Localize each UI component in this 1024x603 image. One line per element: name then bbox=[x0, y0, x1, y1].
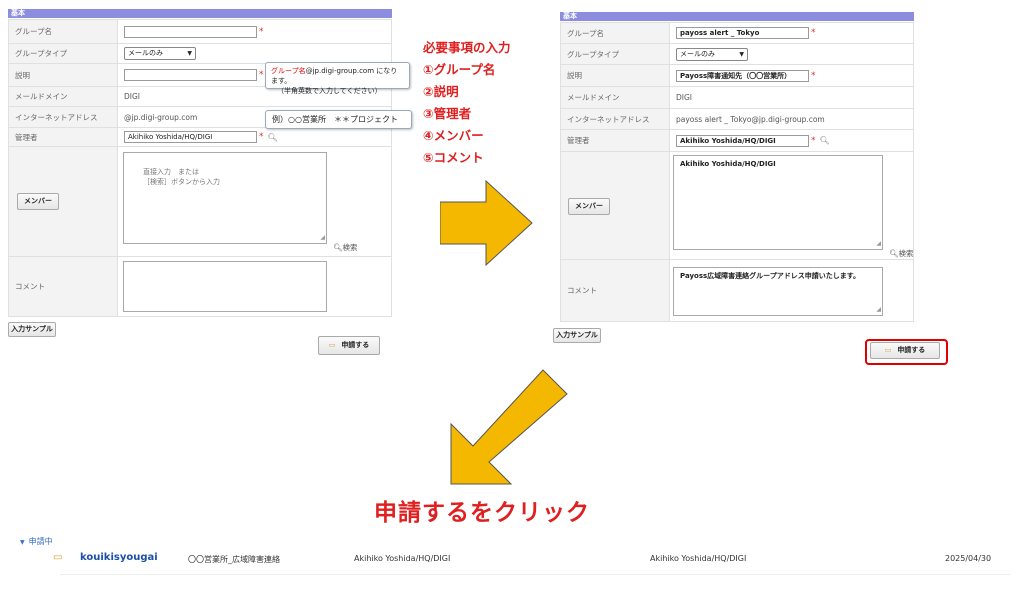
apply-label: 申請する bbox=[897, 346, 926, 354]
row-group-name[interactable]: kouikisyougai bbox=[80, 552, 158, 563]
label-comment: コメント bbox=[560, 259, 670, 322]
group-name-input[interactable] bbox=[124, 25, 257, 38]
members-button[interactable]: メンバー bbox=[568, 198, 610, 215]
group-type-value: メールのみ bbox=[128, 49, 163, 57]
section-header-after: 基本 bbox=[560, 12, 914, 21]
required-icon: * bbox=[259, 26, 264, 37]
caret-down-icon: ▼ bbox=[20, 539, 25, 546]
steps-list: 必要事項の入力 ①グループ名 ②説明 ③管理者 ④メンバー ⑤コメント bbox=[423, 37, 511, 169]
label-mail-domain: メールドメイン bbox=[560, 86, 670, 109]
step-1: ①グループ名 bbox=[423, 62, 496, 77]
resize-handle-icon[interactable]: ◢ bbox=[876, 305, 881, 315]
required-icon: * bbox=[811, 135, 816, 146]
label-group-type: グループタイプ bbox=[560, 43, 670, 65]
row-description: 〇〇営業所_広域障害連絡 bbox=[188, 555, 280, 564]
comment-value: Payoss広域障害連絡グループアドレス申請いたします。 bbox=[680, 272, 861, 280]
required-icon: * bbox=[811, 70, 816, 81]
description-input[interactable] bbox=[124, 69, 257, 81]
apply-label: 申請する bbox=[341, 341, 370, 349]
manager-input[interactable]: Akihiko Yoshida/HQ/DIGI bbox=[676, 134, 809, 147]
row-applicant: Akihiko Yoshida/HQ/DIGI bbox=[354, 554, 451, 563]
comment-textarea[interactable] bbox=[123, 261, 327, 312]
input-sample-button[interactable]: 入力サンプル bbox=[553, 328, 601, 343]
search-icon[interactable]: 🔍︎ bbox=[820, 136, 830, 145]
row-manager: Akihiko Yoshida/HQ/DIGI bbox=[650, 554, 747, 563]
group-name-tooltip: グループ名@jp.digi-group.com になります。 （半角英数で入力し… bbox=[265, 62, 410, 95]
search-label: 検索 bbox=[342, 243, 358, 252]
required-icon: * bbox=[259, 132, 264, 142]
resize-handle-icon[interactable]: ◢ bbox=[320, 233, 325, 243]
label-group-name: グループ名 bbox=[8, 19, 118, 44]
row-divider bbox=[60, 574, 1010, 575]
members-placeholder-line1: 直接入力 または bbox=[143, 168, 199, 176]
document-icon: ▭ bbox=[884, 346, 892, 354]
search-link[interactable]: 🔍︎検索 bbox=[889, 248, 914, 259]
label-manager: 管理者 bbox=[560, 129, 670, 152]
search-icon: 🔍︎ bbox=[889, 249, 899, 258]
search-label: 検索 bbox=[898, 249, 914, 258]
members-textarea[interactable]: 直接入力 または ［検索］ボタンから入力 ◢ bbox=[123, 152, 327, 244]
members-textarea[interactable]: Akihiko Yoshida/HQ/DIGI ◢ bbox=[673, 155, 883, 250]
group-type-select[interactable]: メールのみ ▼ bbox=[676, 47, 748, 61]
group-type-select[interactable]: メールのみ ▼ bbox=[124, 47, 196, 60]
resize-handle-icon[interactable]: ◢ bbox=[876, 239, 881, 249]
description-tooltip: 例）○○営業所 ＊＊プロジェクト bbox=[265, 110, 412, 129]
members-button[interactable]: メンバー bbox=[17, 193, 59, 210]
label-mail-domain: メールドメイン bbox=[8, 86, 118, 107]
row-mail-icon: ▭ bbox=[53, 552, 63, 563]
step-5: ⑤コメント bbox=[423, 150, 484, 165]
label-description: 説明 bbox=[8, 63, 118, 87]
internet-address-value: payoss alert _ Tokyo@jp.digi-group.com bbox=[669, 108, 914, 130]
label-internet-address: インターネットアドレス bbox=[560, 108, 670, 130]
search-icon[interactable]: 🔍︎ bbox=[268, 133, 278, 142]
group-name-input[interactable]: payoss alert _ Tokyo bbox=[676, 27, 809, 39]
pending-section-toggle[interactable]: ▼ 申請中 bbox=[20, 536, 53, 547]
required-icon: * bbox=[259, 70, 264, 80]
description-input[interactable]: Payoss障害通知先（〇〇営業所） bbox=[676, 69, 809, 82]
members-placeholder-line2: ［検索］ボタンから入力 bbox=[143, 178, 220, 186]
chevron-down-icon: ▼ bbox=[739, 50, 744, 58]
label-group-type: グループタイプ bbox=[8, 43, 118, 64]
steps-title: 必要事項の入力 bbox=[423, 40, 511, 55]
step-4: ④メンバー bbox=[423, 128, 484, 143]
section-header-before: 基本 bbox=[8, 9, 392, 18]
apply-button-before[interactable]: ▭ 申請する bbox=[318, 336, 380, 355]
label-comment: コメント bbox=[8, 256, 118, 317]
step-3: ③管理者 bbox=[423, 106, 472, 121]
manager-input[interactable]: Akihiko Yoshida/HQ/DIGI bbox=[124, 131, 257, 143]
document-icon: ▭ bbox=[328, 341, 336, 349]
arrow-right-icon bbox=[440, 180, 533, 266]
row-date: 2025/04/30 bbox=[945, 554, 992, 563]
comment-textarea[interactable]: Payoss広域障害連絡グループアドレス申請いたします。 ◢ bbox=[673, 267, 883, 316]
pending-section-label: 申請中 bbox=[28, 537, 53, 546]
chevron-down-icon: ▼ bbox=[187, 50, 192, 57]
required-icon: * bbox=[811, 28, 816, 38]
search-link[interactable]: 🔍︎検索 bbox=[333, 242, 358, 253]
mail-domain-value: DIGI bbox=[669, 86, 914, 109]
click-instruction: 申請するをクリック bbox=[374, 500, 590, 526]
apply-button-after[interactable]: ▭ 申請する bbox=[870, 342, 940, 359]
input-sample-button[interactable]: 入力サンプル bbox=[8, 322, 56, 337]
tooltip-group-prefix: グループ名 bbox=[271, 67, 306, 75]
label-description: 説明 bbox=[560, 64, 670, 87]
group-type-value: メールのみ bbox=[680, 49, 715, 58]
arrow-down-left-icon bbox=[450, 369, 568, 485]
label-internet-address: インターネットアドレス bbox=[8, 106, 118, 128]
members-value: Akihiko Yoshida/HQ/DIGI bbox=[680, 160, 776, 168]
step-2: ②説明 bbox=[423, 84, 459, 99]
label-manager: 管理者 bbox=[8, 127, 118, 147]
search-icon: 🔍︎ bbox=[333, 243, 343, 252]
tooltip-group-line2: （半角英数で入力してください） bbox=[277, 87, 382, 95]
label-group-name: グループ名 bbox=[560, 22, 670, 44]
